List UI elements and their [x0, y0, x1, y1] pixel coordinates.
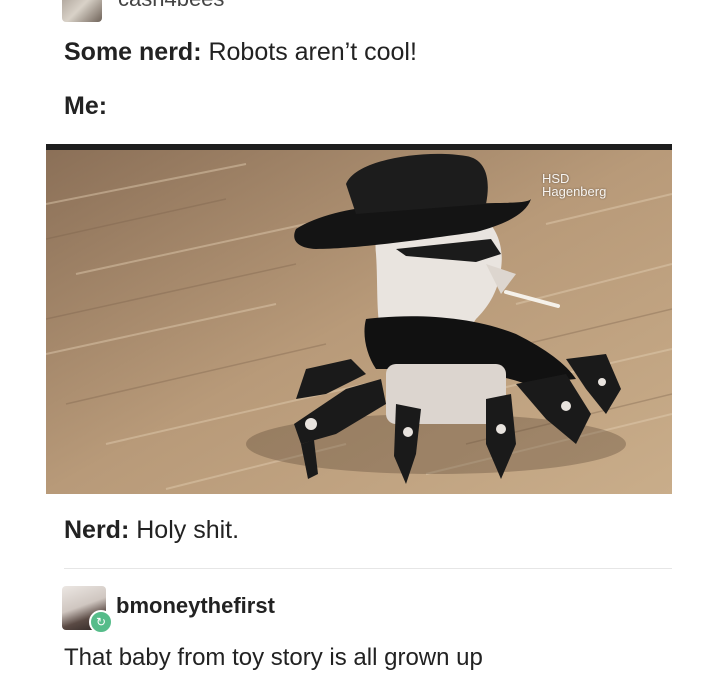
dialogue-text: Robots aren’t cool! [201, 38, 417, 66]
speaker-label: Nerd: [64, 516, 130, 544]
post-text-line: Some nerd: Robots aren’t cool! [64, 38, 417, 67]
speaker-label: Me: [64, 92, 108, 120]
post-text-line: Me: [64, 92, 107, 121]
divider [64, 568, 672, 569]
avatar[interactable] [62, 0, 102, 22]
reblog-username[interactable]: bmoneythefirst [116, 593, 275, 619]
reblog-comment: That baby from toy story is all grown up [64, 644, 483, 671]
post-image[interactable]: HSD Hagenberg [46, 144, 672, 494]
dialogue-text: Holy shit. [129, 516, 240, 544]
watermark-line: Hagenberg [542, 184, 607, 199]
speaker-label: Some nerd: [64, 38, 202, 66]
reblog-icon: ↻ [89, 610, 113, 634]
tumblr-post: cash4bees Some nerd: Robots aren’t cool!… [0, 0, 720, 696]
post-text-line: Nerd: Holy shit. [64, 516, 239, 545]
watermark: HSD Hagenberg [542, 172, 606, 198]
username[interactable]: cash4bees [118, 0, 224, 12]
